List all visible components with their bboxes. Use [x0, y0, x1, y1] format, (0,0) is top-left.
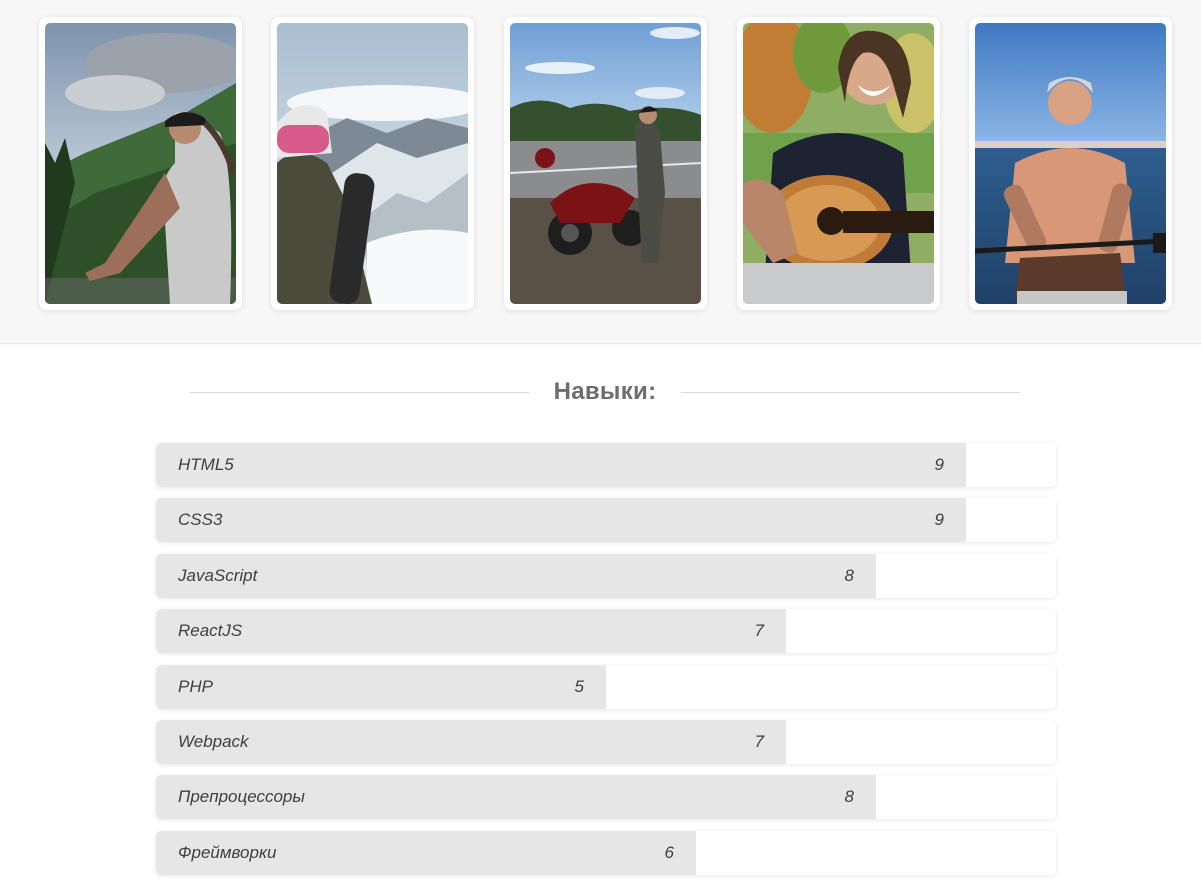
- skill-row: Фреймворки 6: [156, 830, 1056, 875]
- skill-level-bar: [156, 498, 966, 543]
- skill-row: PHP 5: [156, 664, 1056, 709]
- skill-value: 9: [934, 510, 944, 530]
- skills-section-header: Навыки:: [190, 374, 1020, 412]
- skill-row: CSS3 9: [156, 498, 1056, 543]
- skill-value: 7: [754, 621, 764, 641]
- skill-row: Препроцессоры 8: [156, 775, 1056, 820]
- skill-value: 7: [754, 731, 764, 751]
- skill-name: Препроцессоры: [178, 787, 305, 807]
- skill-name: JavaScript: [178, 565, 258, 585]
- skill-value: 8: [844, 787, 854, 807]
- photo-man-with-guitar: [743, 23, 934, 304]
- skill-row: Webpack 7: [156, 719, 1056, 764]
- skill-name: Webpack: [178, 731, 249, 751]
- photo-gallery: [0, 0, 1201, 344]
- skill-name: CSS3: [178, 510, 223, 530]
- photo-man-with-motorcycle: [510, 23, 701, 304]
- photo-card-1[interactable]: [39, 17, 242, 310]
- skill-value: 6: [664, 842, 674, 862]
- skill-level-bar: [156, 664, 606, 709]
- skill-level-bar: [156, 553, 876, 598]
- photo-card-4[interactable]: [737, 17, 940, 310]
- skill-value: 5: [574, 676, 584, 696]
- skill-name: PHP: [178, 676, 213, 696]
- skill-level-bar: [156, 719, 786, 764]
- photo-man-on-paddleboard: [975, 23, 1166, 304]
- skill-level-bar: [156, 443, 966, 487]
- skill-row: ReactJS 7: [156, 609, 1056, 654]
- skill-row: HTML5 9: [156, 443, 1056, 487]
- skill-level-bar: [156, 609, 786, 654]
- skill-name: ReactJS: [178, 621, 243, 641]
- photo-card-2[interactable]: [271, 17, 474, 310]
- header-divider-right: [681, 392, 1020, 393]
- photo-snowboarder-in-mountains: [277, 23, 468, 304]
- skill-name: HTML5: [178, 455, 234, 474]
- photo-card-5[interactable]: [969, 17, 1172, 310]
- skill-row: JavaScript 8: [156, 553, 1056, 598]
- photo-card-3[interactable]: [504, 17, 707, 310]
- skill-value: 9: [934, 455, 944, 474]
- skill-name: Фреймворки: [178, 842, 277, 862]
- photo-man-on-mountain-balcony: [45, 23, 236, 304]
- skills-list: HTML5 9 CSS3 9 JavaScript 8 ReactJS 7 PHP 5 Webpac…: [156, 443, 1056, 886]
- skill-value: 8: [844, 565, 854, 585]
